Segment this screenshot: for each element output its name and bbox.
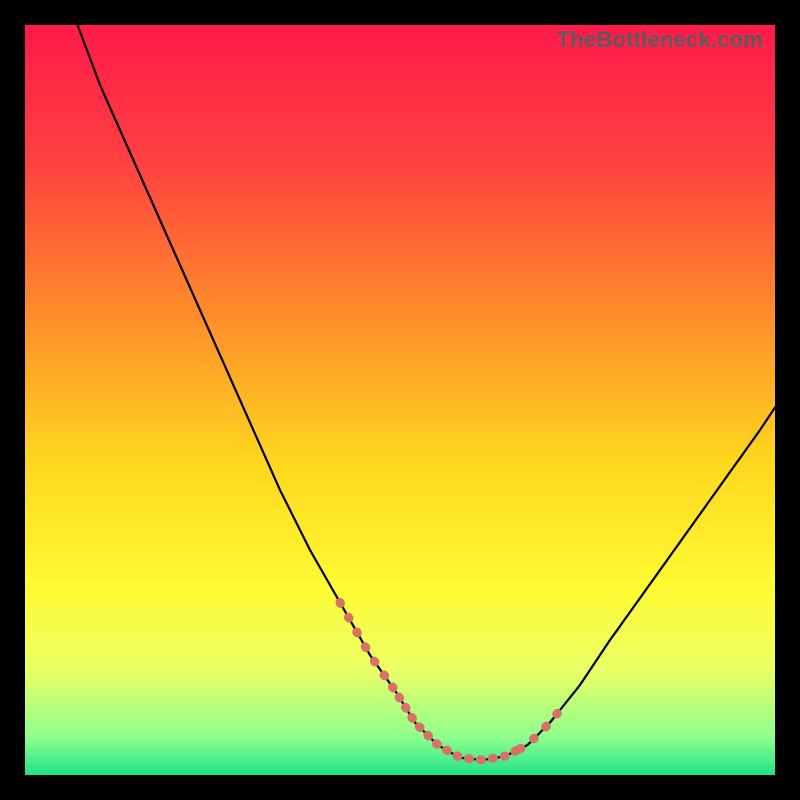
curve-layer (25, 25, 775, 775)
plot-area: TheBottleneck.com (25, 25, 775, 775)
chart-stage: TheBottleneck.com (0, 0, 800, 800)
highlight-segment (340, 603, 393, 688)
highlight-segment (393, 687, 521, 760)
bottleneck-curve (78, 25, 776, 760)
